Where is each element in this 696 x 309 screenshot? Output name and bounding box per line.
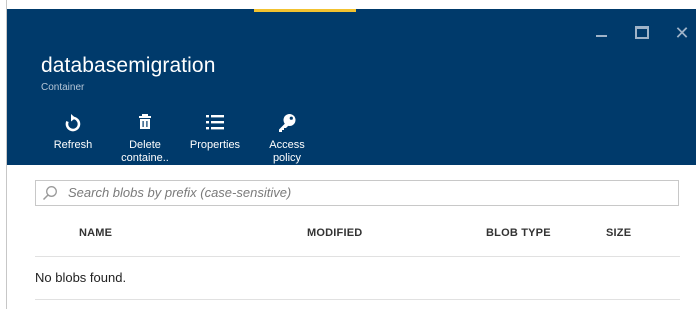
refresh-label: Refresh xyxy=(53,139,93,151)
column-header-modified[interactable]: MODIFIED xyxy=(307,227,362,239)
properties-button[interactable]: Properties xyxy=(183,113,247,152)
column-header-blob-type[interactable]: BLOB TYPE xyxy=(486,227,551,239)
active-accent-bar xyxy=(254,9,356,12)
delete-container-button[interactable]: Delete containe.. xyxy=(117,113,173,165)
table-header-divider xyxy=(35,256,680,257)
key-icon xyxy=(279,114,296,132)
search-box[interactable] xyxy=(35,180,679,206)
minimize-icon[interactable] xyxy=(592,23,612,43)
properties-label: Properties xyxy=(189,139,241,151)
column-header-name[interactable]: NAME xyxy=(79,227,112,239)
page-title: databasemigration xyxy=(41,54,216,77)
blade-header: ✕ databasemigration Container Refresh De… xyxy=(7,9,696,165)
access-policy-button[interactable]: Access policy xyxy=(257,113,317,165)
trash-icon xyxy=(139,114,151,129)
search-input[interactable] xyxy=(68,181,668,203)
close-icon[interactable]: ✕ xyxy=(672,23,692,43)
access-policy-label: Access policy xyxy=(269,139,305,164)
page-subtitle: Container xyxy=(41,82,85,93)
empty-state-text: No blobs found. xyxy=(35,270,127,285)
list-icon xyxy=(206,115,224,130)
maximize-icon[interactable] xyxy=(632,23,652,43)
search-icon xyxy=(42,186,57,201)
refresh-button[interactable]: Refresh xyxy=(47,113,99,152)
table-row-divider xyxy=(35,299,680,300)
delete-container-label: Delete containe.. xyxy=(121,139,169,164)
refresh-icon xyxy=(65,114,81,132)
column-header-size[interactable]: SIZE xyxy=(606,227,631,239)
